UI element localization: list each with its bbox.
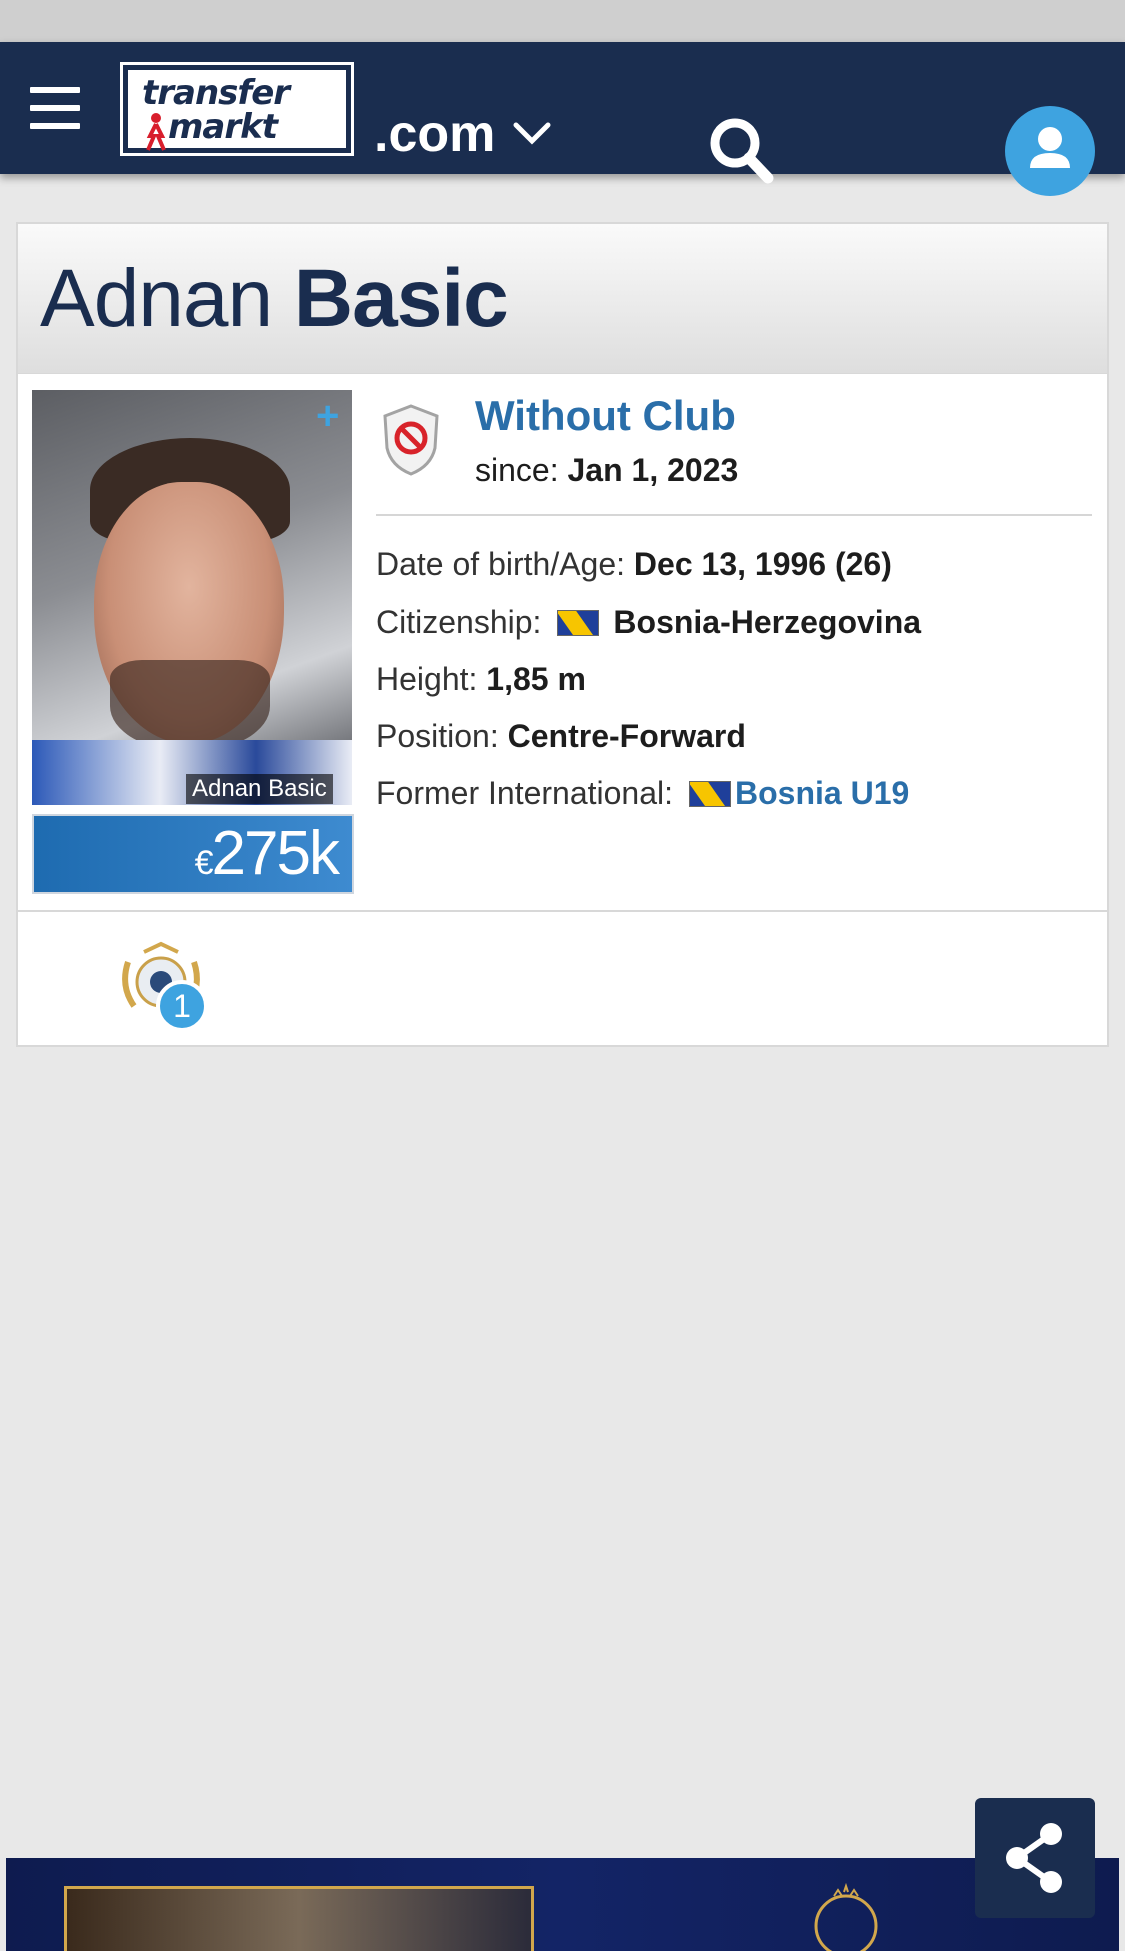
- logo-player-icon: [146, 113, 166, 151]
- since-value: Jan 1, 2023: [567, 452, 739, 488]
- club-since: since: Jan 1, 2023: [475, 452, 738, 489]
- advertisement-banner[interactable]: [6, 1858, 1119, 1951]
- expand-photo-icon[interactable]: +: [316, 394, 339, 439]
- user-icon: [1030, 127, 1070, 168]
- no-club-icon[interactable]: [381, 404, 441, 476]
- since-label: since:: [475, 452, 559, 488]
- divider: [376, 514, 1092, 516]
- height-value: 1,85 m: [486, 661, 586, 697]
- top-navbar: transfer markt .com: [0, 42, 1125, 196]
- ad-players-image: [64, 1886, 534, 1951]
- international-team-link[interactable]: Bosnia U19: [735, 775, 909, 812]
- site-logo[interactable]: transfer markt: [120, 62, 354, 156]
- dob-label: Date of birth/Age:: [376, 546, 626, 582]
- logo-text-markt: markt: [168, 107, 278, 147]
- tm-logo-icon: [814, 1882, 878, 1951]
- player-last-name: Basic: [293, 253, 509, 344]
- info-row-international: Former International: Bosnia U19: [376, 775, 909, 812]
- dob-value: Dec 13, 1996 (26): [633, 546, 892, 582]
- citizenship-value: Bosnia-Herzegovina: [613, 604, 922, 640]
- photo-caption: Adnan Basic: [186, 774, 333, 804]
- player-profile-card: Adnan Basic + Adnan Basic €275k Without …: [16, 222, 1109, 1047]
- menu-icon[interactable]: [30, 87, 80, 129]
- position-value: Centre-Forward: [507, 718, 746, 754]
- club-name-link[interactable]: Without Club: [475, 392, 736, 440]
- player-title-bar: Adnan Basic: [18, 224, 1107, 374]
- award-count-badge: 1: [156, 980, 208, 1032]
- info-row-height: Height: 1,85 m: [376, 661, 586, 698]
- divider: [18, 910, 1107, 912]
- market-value-currency: €: [194, 844, 214, 882]
- chevron-down-icon: [513, 122, 551, 145]
- share-button[interactable]: [975, 1798, 1095, 1918]
- market-value-box[interactable]: €275k: [32, 814, 354, 894]
- player-name: Adnan Basic: [40, 252, 509, 346]
- position-label: Position:: [376, 718, 499, 754]
- market-value: €275k: [194, 818, 340, 889]
- bosnia-flag-icon: [689, 780, 732, 807]
- citizenship-label: Citizenship:: [376, 604, 542, 640]
- logo-text-transfer: transfer: [142, 73, 290, 113]
- info-row-dob: Date of birth/Age: Dec 13, 1996 (26): [376, 546, 892, 583]
- info-row-citizenship: Citizenship: Bosnia-Herzegovina: [376, 604, 921, 641]
- international-label: Former International:: [376, 775, 674, 811]
- player-first-name: Adnan: [40, 253, 273, 344]
- player-photo[interactable]: [32, 390, 352, 805]
- domain-selector[interactable]: .com: [374, 104, 551, 164]
- height-label: Height:: [376, 661, 478, 697]
- domain-label: .com: [374, 105, 496, 163]
- search-icon[interactable]: [708, 116, 774, 186]
- user-account-button[interactable]: [1005, 106, 1095, 196]
- status-strip: [0, 0, 1125, 42]
- share-icon: [1006, 1823, 1062, 1893]
- info-row-position: Position: Centre-Forward: [376, 718, 746, 755]
- bosnia-flag-icon: [557, 609, 600, 636]
- market-value-amount: 275k: [211, 819, 340, 888]
